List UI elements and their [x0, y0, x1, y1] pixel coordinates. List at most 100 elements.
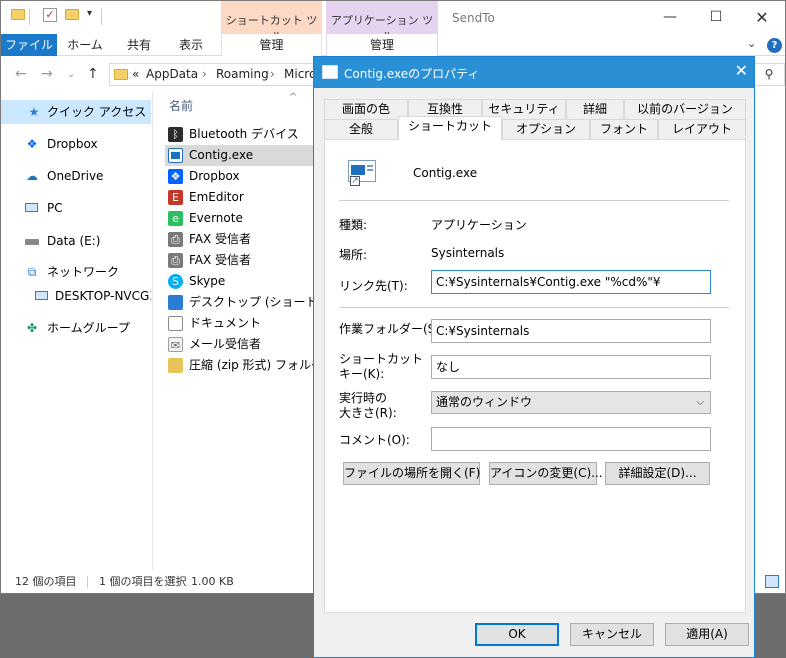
expand-ribbon-icon[interactable]: ⌄: [747, 37, 756, 50]
list-item[interactable]: 圧縮 (zip 形式) フォルダー: [165, 355, 315, 376]
tab-details[interactable]: 詳細: [566, 99, 624, 119]
nav-item-dropbox[interactable]: ❖ Dropbox: [1, 132, 151, 156]
list-item[interactable]: E EmEditor: [165, 187, 315, 208]
tab-options[interactable]: オプション: [502, 119, 590, 139]
up-icon[interactable]: ↑: [87, 66, 99, 82]
location-label: 場所:: [339, 248, 368, 262]
breadcrumb-micro[interactable]: Micro: [284, 67, 316, 81]
tab-home[interactable]: ホーム: [63, 34, 107, 56]
chevron-right-icon: ›: [202, 67, 207, 81]
dropbox-icon: ❖: [168, 169, 183, 184]
shortcut-icon: [322, 65, 338, 79]
computer-icon: [25, 201, 39, 215]
run-size-value: 通常のウィンドウ: [436, 395, 533, 409]
search-box[interactable]: ⚲: [753, 63, 785, 86]
apply-button[interactable]: 適用(A): [665, 623, 749, 646]
target-label: リンク先(T):: [339, 279, 408, 293]
advanced-button[interactable]: 詳細設定(D)...: [605, 462, 710, 485]
cloud-icon: ☁: [26, 169, 38, 183]
document-icon: [168, 316, 183, 331]
details-view-icon[interactable]: [765, 575, 779, 588]
new-folder-icon[interactable]: [65, 9, 79, 20]
recent-locations-icon[interactable]: ⌄: [67, 69, 75, 80]
pane-divider[interactable]: [152, 92, 153, 570]
network-icon: ⧉: [27, 265, 37, 279]
window-title: SendTo: [452, 11, 495, 25]
fax-icon: ⎙: [168, 232, 183, 247]
location-value: Sysinternals: [431, 246, 505, 260]
customize-qat-icon[interactable]: ▾: [87, 8, 92, 19]
tab-shortcut[interactable]: ショートカット: [398, 116, 502, 140]
nav-item-network[interactable]: ⧉ ネットワーク: [1, 260, 151, 284]
target-input[interactable]: C:¥Sysinternals¥Contig.exe "%cd%"¥: [431, 270, 711, 294]
navigation-pane: ★ クイック アクセス ❖ Dropbox ☁ OneDrive PC Data…: [1, 92, 151, 570]
list-item[interactable]: ドキュメント: [165, 313, 315, 334]
hotkey-input[interactable]: なし: [431, 355, 711, 379]
list-item[interactable]: ❖ Dropbox: [165, 166, 315, 187]
maximize-button[interactable]: ☐: [693, 1, 739, 34]
minimize-button[interactable]: —: [647, 1, 693, 34]
list-item[interactable]: ᛒ Bluetooth デバイス: [165, 124, 315, 145]
file-name: メール受信者: [189, 337, 262, 351]
type-label: 種類:: [339, 218, 368, 232]
nav-item-pc[interactable]: PC: [1, 196, 151, 220]
tab-layout[interactable]: レイアウト: [658, 119, 746, 139]
ok-button[interactable]: OK: [475, 623, 559, 646]
star-icon: ★: [28, 105, 40, 119]
list-item[interactable]: S Skype: [165, 271, 315, 292]
drive-icon: [25, 234, 39, 248]
properties-icon[interactable]: ✓: [43, 8, 57, 22]
close-button[interactable]: ✕: [739, 1, 785, 34]
nav-item-quick-access[interactable]: ★ クイック アクセス: [1, 100, 151, 124]
file-name: 圧縮 (zip 形式) フォルダー: [189, 358, 315, 372]
change-icon-button[interactable]: アイコンの変更(C)...: [489, 462, 603, 485]
tab-share[interactable]: 共有: [117, 34, 161, 56]
divider: [29, 9, 30, 25]
chevron-right-icon: ›: [270, 67, 275, 81]
list-item[interactable]: Contig.exe: [165, 145, 315, 166]
nav-item-homegroup[interactable]: ✤ ホームグループ: [1, 316, 151, 340]
file-name: Skype: [189, 274, 226, 288]
tab-screen-color[interactable]: 画面の色: [324, 99, 408, 119]
app-icon: [168, 148, 183, 163]
list-item[interactable]: デスクトップ (ショートカットを: [165, 292, 315, 313]
nav-item-data-e[interactable]: Data (E:): [1, 229, 151, 253]
tab-general[interactable]: 全般: [324, 119, 398, 139]
list-item[interactable]: e Evernote: [165, 208, 315, 229]
bluetooth-icon: ᛒ: [168, 127, 183, 142]
nav-item-desktop-pc[interactable]: DESKTOP-NVCG3I: [1, 284, 151, 308]
sort-up-icon: ^: [289, 92, 298, 103]
list-item[interactable]: ⎙ FAX 受信者: [165, 250, 315, 271]
open-file-location-button[interactable]: ファイルの場所を開く(F): [343, 462, 480, 485]
workdir-input[interactable]: C:¥Sysinternals: [431, 319, 711, 343]
tab-manage-app[interactable]: 管理: [326, 34, 438, 56]
comment-input[interactable]: [431, 427, 711, 451]
breadcrumb-roaming[interactable]: Roaming: [216, 67, 269, 81]
back-icon[interactable]: ←: [15, 66, 27, 82]
breadcrumb-overflow[interactable]: «: [132, 67, 139, 81]
breadcrumb-appdata[interactable]: AppData: [146, 67, 198, 81]
file-name: Dropbox: [189, 169, 240, 183]
tab-manage-shortcut[interactable]: 管理: [221, 34, 322, 56]
tab-font[interactable]: フォント: [590, 119, 658, 139]
dialog-titlebar[interactable]: Contig.exeのプロパティ ✕: [314, 57, 754, 88]
tab-previous-versions[interactable]: 以前のバージョン: [624, 99, 746, 119]
column-header-name[interactable]: 名前: [169, 97, 193, 114]
status-selection: 1 個の項目を選択: [99, 575, 187, 588]
tab-file[interactable]: ファイル: [1, 34, 57, 56]
close-icon[interactable]: ✕: [735, 61, 748, 80]
forward-icon[interactable]: →: [41, 66, 53, 82]
shortcut-name: Contig.exe: [413, 166, 478, 180]
list-item[interactable]: ✉ メール受信者: [165, 334, 315, 355]
nav-label: Dropbox: [47, 137, 98, 151]
shortcut-tab-panel: ↗ Contig.exe 種類: アプリケーション 場所: Sysinterna…: [324, 139, 746, 613]
run-size-select[interactable]: 通常のウィンドウ ⌵: [431, 391, 711, 414]
help-icon[interactable]: ?: [767, 38, 782, 53]
tab-view[interactable]: 表示: [169, 34, 213, 56]
nav-item-onedrive[interactable]: ☁ OneDrive: [1, 164, 151, 188]
cancel-button[interactable]: キャンセル: [570, 623, 654, 646]
explorer-titlebar: ✓ ▾ ショートカット ツール アプリケーション ツール SendTo — ☐ …: [1, 1, 785, 43]
type-value: アプリケーション: [431, 218, 527, 232]
list-item[interactable]: ⎙ FAX 受信者: [165, 229, 315, 250]
homegroup-icon: ✤: [26, 321, 38, 335]
